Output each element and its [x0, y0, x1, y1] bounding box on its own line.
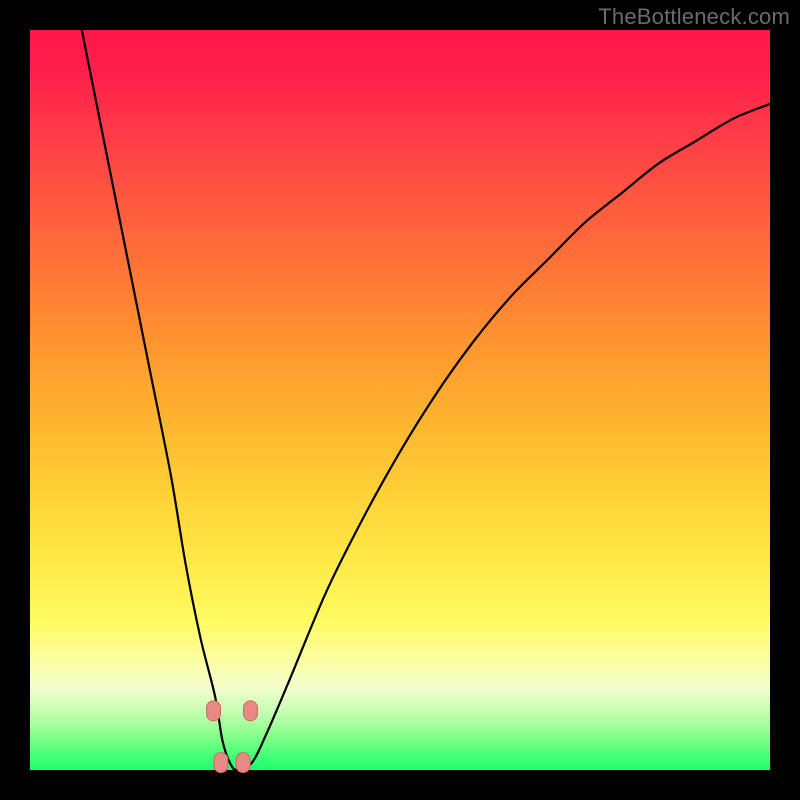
plot-area [30, 30, 770, 770]
curve-markers [207, 701, 258, 773]
curve-marker-1 [244, 701, 258, 721]
curve-marker-3 [236, 753, 250, 773]
curve-marker-0 [207, 701, 221, 721]
curve-marker-2 [214, 753, 228, 773]
outer-frame: TheBottleneck.com [0, 0, 800, 800]
watermark-text: TheBottleneck.com [598, 4, 790, 30]
bottleneck-curve-path [82, 30, 770, 770]
bottleneck-chart [30, 30, 770, 770]
